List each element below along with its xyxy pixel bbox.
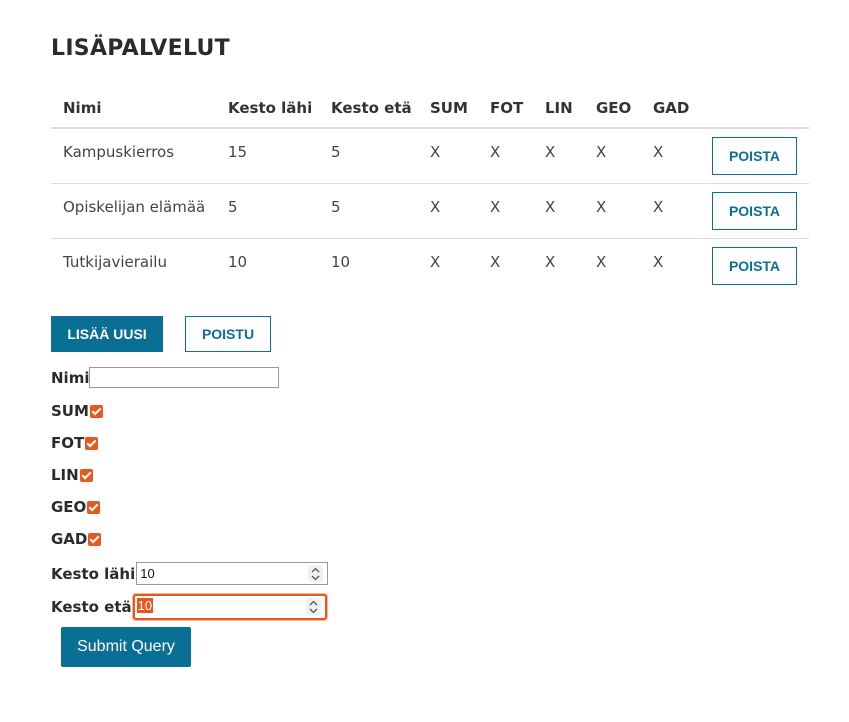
checkbox-row-lin: LIN <box>51 466 93 484</box>
cell-duration-far: 5 <box>331 183 430 239</box>
cell-geo: X <box>596 183 653 239</box>
duration-near-input[interactable]: 10 <box>136 562 329 585</box>
cell-gad: X <box>653 183 711 239</box>
cell-sum: X <box>430 128 490 184</box>
cell-gad: X <box>653 128 711 184</box>
cell-actions: POISTA <box>711 239 809 294</box>
cell-name: Kampuskierros <box>51 128 228 184</box>
table-header-row: Nimi Kesto lähi Kesto etä SUM FOT LIN GE… <box>51 89 809 129</box>
table-row: Opiskelijan elämää 5 5 X X X X X POISTA <box>51 183 809 239</box>
submit-button[interactable]: Submit Query <box>61 627 191 667</box>
cell-sum: X <box>430 253 441 271</box>
cell-duration-near: 15 <box>228 128 331 184</box>
checkbox-label-geo: GEO <box>51 498 87 516</box>
duration-far-input[interactable]: 10 <box>132 594 327 620</box>
cell-sum: X <box>430 183 490 239</box>
checkbox-label-gad: GAD <box>51 530 88 548</box>
cell-lin: X <box>545 128 596 184</box>
add-new-button[interactable]: LISÄÄ UUSI <box>51 316 163 352</box>
checkbox-label-fot: FOT <box>51 434 85 452</box>
gad-checkbox[interactable] <box>88 532 102 546</box>
duration-near-row: Kesto lähi 10 <box>51 562 329 585</box>
header-lin: LIN <box>545 89 596 129</box>
exit-button[interactable]: POISTU <box>185 316 271 352</box>
table-row: Kampuskierros 15 5 X X X X X POISTA <box>51 128 809 184</box>
cell-duration-near: 10 <box>228 253 248 271</box>
header-geo: GEO <box>596 89 653 129</box>
name-input[interactable] <box>89 367 280 388</box>
header-sum: SUM <box>430 89 490 129</box>
delete-button[interactable]: POISTA <box>712 192 797 230</box>
cell-actions: POISTA <box>711 183 809 239</box>
spinner-up-down-icon[interactable] <box>308 565 324 582</box>
cell-geo: X <box>596 253 607 271</box>
header-duration-near: Kesto lähi <box>228 89 331 129</box>
cell-duration-far: 5 <box>331 128 430 184</box>
cell-lin: X <box>545 183 596 239</box>
duration-near-label: Kesto lähi <box>51 564 136 583</box>
delete-button[interactable]: POISTA <box>712 247 797 285</box>
name-field-row: Nimi <box>51 367 280 388</box>
checkbox-label-sum: SUM <box>51 402 89 420</box>
duration-far-row: Kesto etä 10 <box>51 594 327 620</box>
cell-actions: POISTA <box>711 128 809 184</box>
services-table: Nimi Kesto lähi Kesto etä SUM FOT LIN GE… <box>51 89 809 293</box>
sum-checkbox[interactable] <box>89 404 103 418</box>
header-name: Nimi <box>51 89 228 129</box>
fot-checkbox[interactable] <box>85 436 99 450</box>
checkbox-row-fot: FOT <box>51 434 99 452</box>
cell-gad: X <box>653 253 664 271</box>
cell-name: Tutkijavierailu <box>63 253 167 271</box>
checkbox-row-gad: GAD <box>51 530 102 548</box>
header-fot: FOT <box>490 89 545 129</box>
cell-fot: X <box>490 128 545 184</box>
cell-fot: X <box>490 183 545 239</box>
duration-far-label: Kesto etä <box>51 598 132 616</box>
cell-duration-far: 10 <box>331 253 351 271</box>
checkbox-label-lin: LIN <box>51 466 79 484</box>
header-actions <box>711 89 809 129</box>
spinner-up-down-icon[interactable] <box>305 598 321 615</box>
checkbox-row-geo: GEO <box>51 498 101 516</box>
table-row: Tutkijavierailu 10 10 X X X X X POISTA <box>51 239 809 294</box>
lin-checkbox[interactable] <box>79 468 93 482</box>
geo-checkbox[interactable] <box>87 500 101 514</box>
header-duration-far: Kesto etä <box>331 89 430 129</box>
duration-near-value: 10 <box>140 566 155 581</box>
duration-far-value: 10 <box>136 598 154 613</box>
cell-name: Opiskelijan elämää <box>51 183 228 239</box>
checkbox-row-sum: SUM <box>51 402 103 420</box>
name-label: Nimi <box>51 368 90 387</box>
page-title: LISÄPALVELUT <box>51 36 230 61</box>
cell-geo: X <box>596 128 653 184</box>
cell-duration-near: 5 <box>228 183 331 239</box>
delete-button[interactable]: POISTA <box>712 137 797 175</box>
header-gad: GAD <box>653 89 711 129</box>
cell-lin: X <box>545 253 556 271</box>
cell-fot: X <box>490 253 501 271</box>
